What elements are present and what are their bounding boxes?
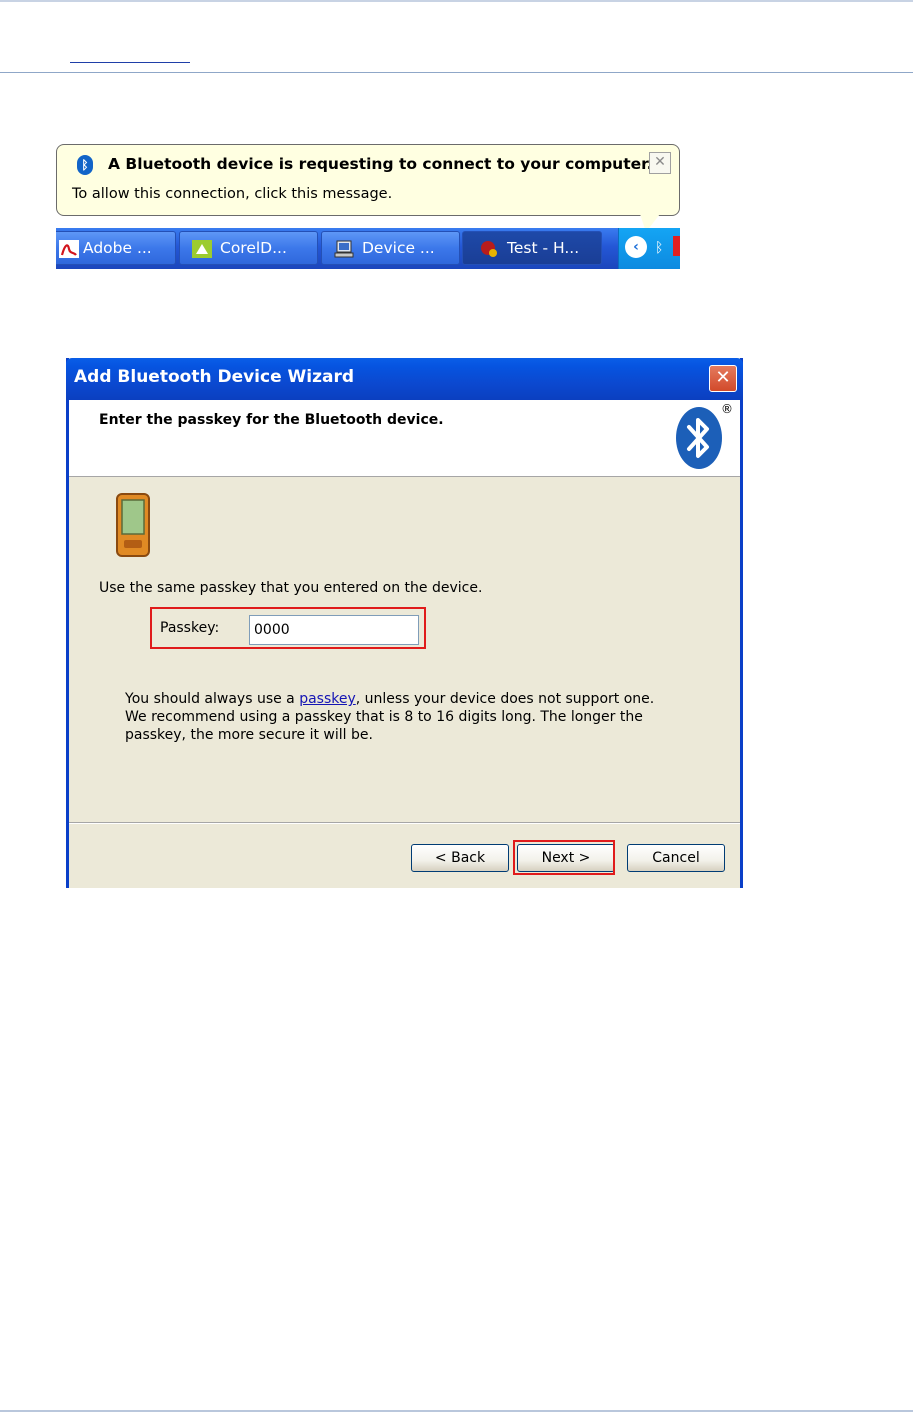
system-tray: ‹ ᛒ: [618, 228, 680, 269]
taskbar-button-adobe[interactable]: Adobe ...: [56, 231, 176, 265]
tray-expand-button[interactable]: ‹: [625, 236, 647, 258]
wizard-heading: Enter the passkey for the Bluetooth devi…: [99, 412, 444, 428]
balloon-title: A Bluetooth device is requesting to conn…: [108, 155, 653, 173]
next-button-highlight: [513, 840, 615, 875]
taskbar-label: CorelD...: [220, 239, 287, 257]
page-header-rule-top: [0, 0, 913, 2]
dialog-title: Add Bluetooth Device Wizard: [74, 367, 355, 387]
taskbar-button-device-manager[interactable]: Device ...: [321, 231, 460, 265]
tray-flag-icon[interactable]: [673, 236, 680, 256]
taskbar-label: Adobe ...: [83, 239, 152, 257]
taskbar-button-coreldraw[interactable]: CorelD...: [179, 231, 318, 265]
page-header-link[interactable]: [70, 42, 190, 63]
passkey-highlight-box: Passkey:: [150, 607, 426, 649]
taskbar-label: Test - H...: [507, 239, 580, 257]
dialog-close-button[interactable]: ✕: [709, 365, 737, 392]
button-separator: [69, 822, 740, 824]
taskbar-button-test[interactable]: Test - H...: [462, 231, 602, 265]
coreldraw-icon: [192, 240, 212, 258]
cancel-button[interactable]: Cancel: [627, 844, 725, 872]
info-prefix: You should always use a: [125, 691, 300, 707]
page-header-rule: [0, 72, 913, 73]
taskbar: Adobe ... CorelD... Device ... Test - H.…: [56, 228, 680, 269]
add-bluetooth-device-wizard: Add Bluetooth Device Wizard ✕ Enter the …: [66, 358, 743, 888]
bluetooth-icon: ᛒ: [77, 155, 93, 175]
back-button[interactable]: < Back: [411, 844, 509, 872]
passkey-input[interactable]: [249, 615, 419, 645]
tray-bluetooth-icon[interactable]: ᛒ: [655, 240, 663, 256]
balloon-message[interactable]: To allow this connection, click this mes…: [72, 186, 392, 202]
device-manager-icon: [334, 240, 354, 258]
dialog-titlebar[interactable]: Add Bluetooth Device Wizard ✕: [66, 358, 743, 400]
passkey-info-text: You should always use a passkey, unless …: [125, 690, 675, 744]
passkey-label: Passkey:: [160, 620, 220, 636]
acrobat-icon: [59, 240, 79, 258]
bluetooth-notification-balloon[interactable]: ᛒ A Bluetooth device is requesting to co…: [56, 144, 680, 216]
balloon-close-button[interactable]: ✕: [649, 152, 671, 174]
wizard-header: Enter the passkey for the Bluetooth devi…: [69, 400, 740, 477]
passkey-help-link[interactable]: passkey: [299, 691, 356, 707]
taskbar-label: Device ...: [362, 239, 435, 257]
instruction-text: Use the same passkey that you entered on…: [99, 580, 483, 596]
page-footer-rule: [0, 1410, 913, 1412]
pda-device-icon: [116, 493, 150, 557]
bluetooth-logo-icon: [676, 407, 722, 469]
app-icon: [481, 241, 497, 257]
registered-mark: ®: [721, 402, 733, 416]
